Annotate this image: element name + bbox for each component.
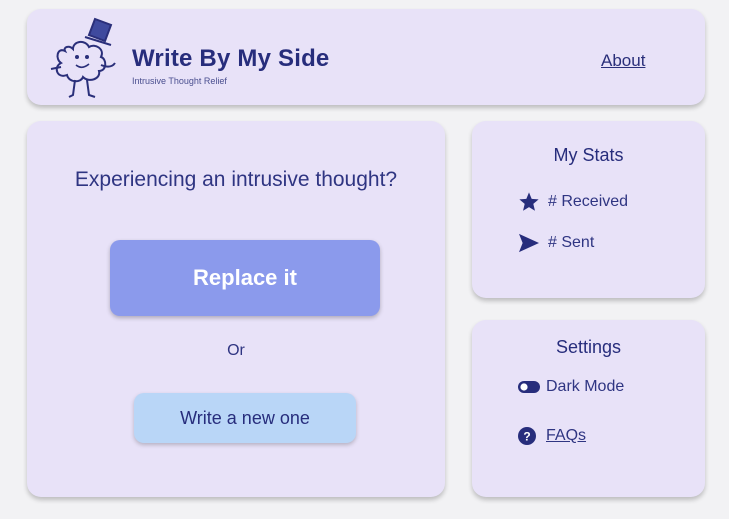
replace-it-button[interactable]: Replace it bbox=[110, 240, 380, 316]
stat-received: # Received bbox=[518, 191, 628, 213]
or-separator: Or bbox=[227, 342, 245, 359]
settings-card: Settings Dark Mode ? FAQs bbox=[472, 320, 705, 497]
send-icon bbox=[519, 233, 539, 253]
received-label: # Received bbox=[548, 193, 629, 210]
faqs-link[interactable]: FAQs bbox=[546, 427, 586, 445]
star-icon bbox=[519, 192, 539, 211]
stat-sent: # Sent bbox=[518, 233, 594, 253]
dark-mode-label: Dark Mode bbox=[546, 378, 625, 395]
prompt-heading: Experiencing an intrusive thought? bbox=[74, 168, 398, 191]
stats-title: My Stats bbox=[553, 145, 624, 165]
brain-mascot-logo bbox=[50, 17, 116, 98]
toggle-icon[interactable] bbox=[518, 381, 540, 393]
stats-card: My Stats # Received # Sent bbox=[472, 121, 705, 298]
faqs-row[interactable]: ? FAQs bbox=[518, 427, 586, 445]
main-card: Experiencing an intrusive thought? Repla… bbox=[27, 121, 445, 497]
app-subtitle: Intrusive Thought Relief bbox=[132, 76, 227, 86]
sent-label: # Sent bbox=[548, 234, 595, 251]
settings-title: Settings bbox=[555, 337, 622, 357]
header: Write By My Side Intrusive Thought Relie… bbox=[27, 9, 705, 105]
write-new-button[interactable]: Write a new one bbox=[134, 393, 356, 443]
dark-mode-toggle[interactable]: Dark Mode bbox=[518, 378, 624, 396]
svg-text:?: ? bbox=[523, 430, 530, 444]
app-title: Write By My Side bbox=[132, 45, 330, 72]
question-icon: ? bbox=[518, 427, 536, 445]
about-link[interactable]: About bbox=[601, 51, 645, 71]
